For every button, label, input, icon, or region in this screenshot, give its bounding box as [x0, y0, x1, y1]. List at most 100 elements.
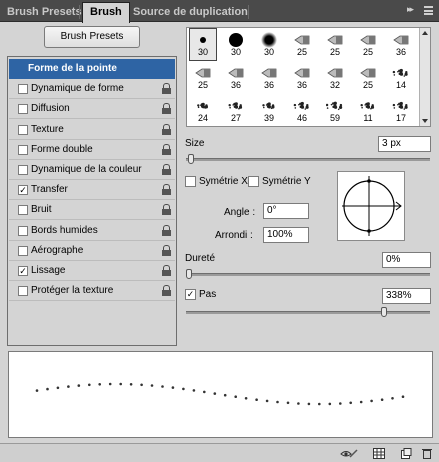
brush-tip[interactable]: 25 [355, 29, 381, 60]
preview-stroke-dot [223, 393, 227, 397]
roundness-field[interactable]: 100% [263, 227, 309, 243]
preview-stroke-dot [203, 390, 206, 394]
brush-tip[interactable]: 14 [388, 62, 414, 93]
flip-y-checkbox[interactable] [248, 176, 259, 187]
brush-tip-size: 25 [362, 80, 373, 90]
lock-icon[interactable] [162, 143, 171, 155]
brush-option-checkbox[interactable] [18, 104, 28, 115]
lock-icon[interactable] [162, 103, 171, 115]
brush-tip[interactable]: 36 [223, 62, 249, 93]
brush-option-checkbox[interactable] [18, 165, 28, 175]
brush-option-checkbox[interactable]: ✓ [18, 266, 28, 276]
brush-tip-shape-icon [294, 35, 310, 45]
new-preset-icon[interactable] [401, 448, 412, 459]
lock-icon[interactable] [162, 265, 171, 276]
lock-icon[interactable] [162, 224, 171, 236]
brush-presets-button[interactable]: Brush Presets [44, 26, 140, 48]
brush-option-checkbox[interactable] [18, 124, 28, 135]
brush-option-row[interactable]: Dynamique de la couleur [9, 160, 175, 180]
brush-tip-shape-icon [228, 102, 243, 110]
spacing-field[interactable]: 338% [382, 288, 431, 304]
lock-icon[interactable] [162, 123, 171, 135]
brush-tip[interactable]: 36 [256, 62, 282, 93]
lock-icon[interactable] [162, 204, 171, 216]
lock-icon[interactable] [162, 184, 171, 196]
grid-scrollbar[interactable] [419, 28, 430, 126]
tab-source-de-duplication[interactable]: Source de duplication [126, 3, 255, 22]
angle-label: Angle : [224, 207, 256, 218]
scroll-down-icon[interactable] [422, 119, 428, 123]
preview-stroke-dot [56, 386, 60, 390]
brush-option-row[interactable]: Bords humides [9, 221, 175, 241]
grid-icon[interactable] [373, 448, 385, 459]
hardness-slider-track[interactable] [186, 273, 430, 276]
brush-option-row[interactable]: Texture [9, 120, 175, 140]
bottom-toolbar [0, 443, 439, 462]
preview-stroke-dot [349, 401, 353, 405]
brush-option-checkbox[interactable] [18, 144, 28, 155]
angle-roundness-widget[interactable] [337, 171, 405, 241]
brush-option-row[interactable]: ✓ Lissage [9, 261, 175, 281]
brush-tip[interactable]: 30 [189, 28, 217, 61]
brush-option-row[interactable]: Diffusion [9, 99, 175, 120]
lock-icon[interactable] [162, 83, 171, 95]
brush-tip[interactable]: 25 [322, 29, 348, 60]
brush-tip[interactable]: 36 [388, 29, 414, 60]
brush-tip[interactable]: 17 [388, 95, 414, 126]
trash-icon[interactable] [422, 448, 432, 459]
brush-option-checkbox[interactable] [18, 286, 28, 297]
brush-tip[interactable]: 32 [322, 62, 348, 93]
brush-option-row[interactable]: Bruit [9, 200, 175, 221]
brush-tip[interactable]: 36 [289, 62, 315, 93]
lock-icon[interactable] [162, 244, 171, 256]
preview-stroke-dot [77, 384, 81, 387]
brush-tip[interactable]: 30 [256, 29, 282, 60]
size-slider-track[interactable] [186, 158, 430, 161]
preview-stroke-dot [35, 389, 39, 392]
brush-option-row[interactable]: Dynamique de forme [9, 79, 175, 100]
brush-option-checkbox[interactable] [18, 205, 28, 216]
brush-tip[interactable]: 30 [223, 29, 249, 60]
brush-tip-size: 25 [197, 80, 208, 90]
spacing-slider-track[interactable] [186, 311, 430, 314]
brush-tip-size: 14 [395, 80, 406, 90]
brush-option-row[interactable]: Aérographe [9, 241, 175, 261]
tab-brush-presets[interactable]: Brush Presets [0, 3, 89, 22]
brush-tip[interactable]: 25 [289, 29, 315, 60]
brush-tip[interactable]: 59 [322, 95, 348, 126]
brush-option-row[interactable]: ✓ Transfer [9, 180, 175, 201]
brush-option-row[interactable]: Forme de la pointe [9, 59, 175, 79]
brush-tip[interactable]: 24 [190, 95, 216, 126]
brush-tip[interactable]: 25 [355, 62, 381, 93]
eye-brush-icon[interactable] [340, 448, 358, 459]
brush-option-row[interactable]: Forme double [9, 140, 175, 160]
brush-option-row[interactable]: Protéger la texture [9, 281, 175, 302]
brush-tip-shape-icon [392, 101, 408, 110]
brush-tip[interactable]: 27 [223, 95, 249, 126]
preview-stroke-dot [401, 395, 405, 398]
preview-stroke-dot [359, 400, 363, 404]
brush-option-checkbox[interactable] [18, 245, 28, 256]
tab-brush[interactable]: Brush [82, 2, 130, 23]
brush-option-checkbox[interactable]: ✓ [18, 185, 28, 196]
brush-option-checkbox[interactable] [18, 225, 28, 236]
hardness-field[interactable]: 0% [382, 252, 431, 268]
size-label: Size [185, 138, 205, 149]
brush-tip[interactable]: 46 [289, 95, 315, 126]
hardness-slider-thumb[interactable] [186, 269, 192, 279]
spacing-checkbox[interactable]: ✓ [185, 289, 196, 300]
scroll-up-icon[interactable] [422, 31, 428, 35]
size-field[interactable]: 3 px [378, 136, 431, 152]
preview-stroke-dot [255, 398, 258, 401]
spacing-slider-thumb[interactable] [381, 307, 388, 317]
brush-option-checkbox[interactable] [18, 84, 28, 95]
brush-tip[interactable]: 11 [355, 95, 381, 126]
brush-tip[interactable]: 25 [190, 62, 216, 93]
lock-icon[interactable] [162, 164, 171, 175]
angle-field[interactable]: 0° [263, 203, 309, 219]
flip-x-checkbox[interactable] [185, 176, 196, 187]
brush-tip[interactable]: 39 [256, 95, 282, 126]
panel-menu-icon[interactable]: ▸▸ [407, 4, 433, 18]
lock-icon[interactable] [162, 285, 171, 297]
size-slider-thumb[interactable] [188, 154, 195, 164]
